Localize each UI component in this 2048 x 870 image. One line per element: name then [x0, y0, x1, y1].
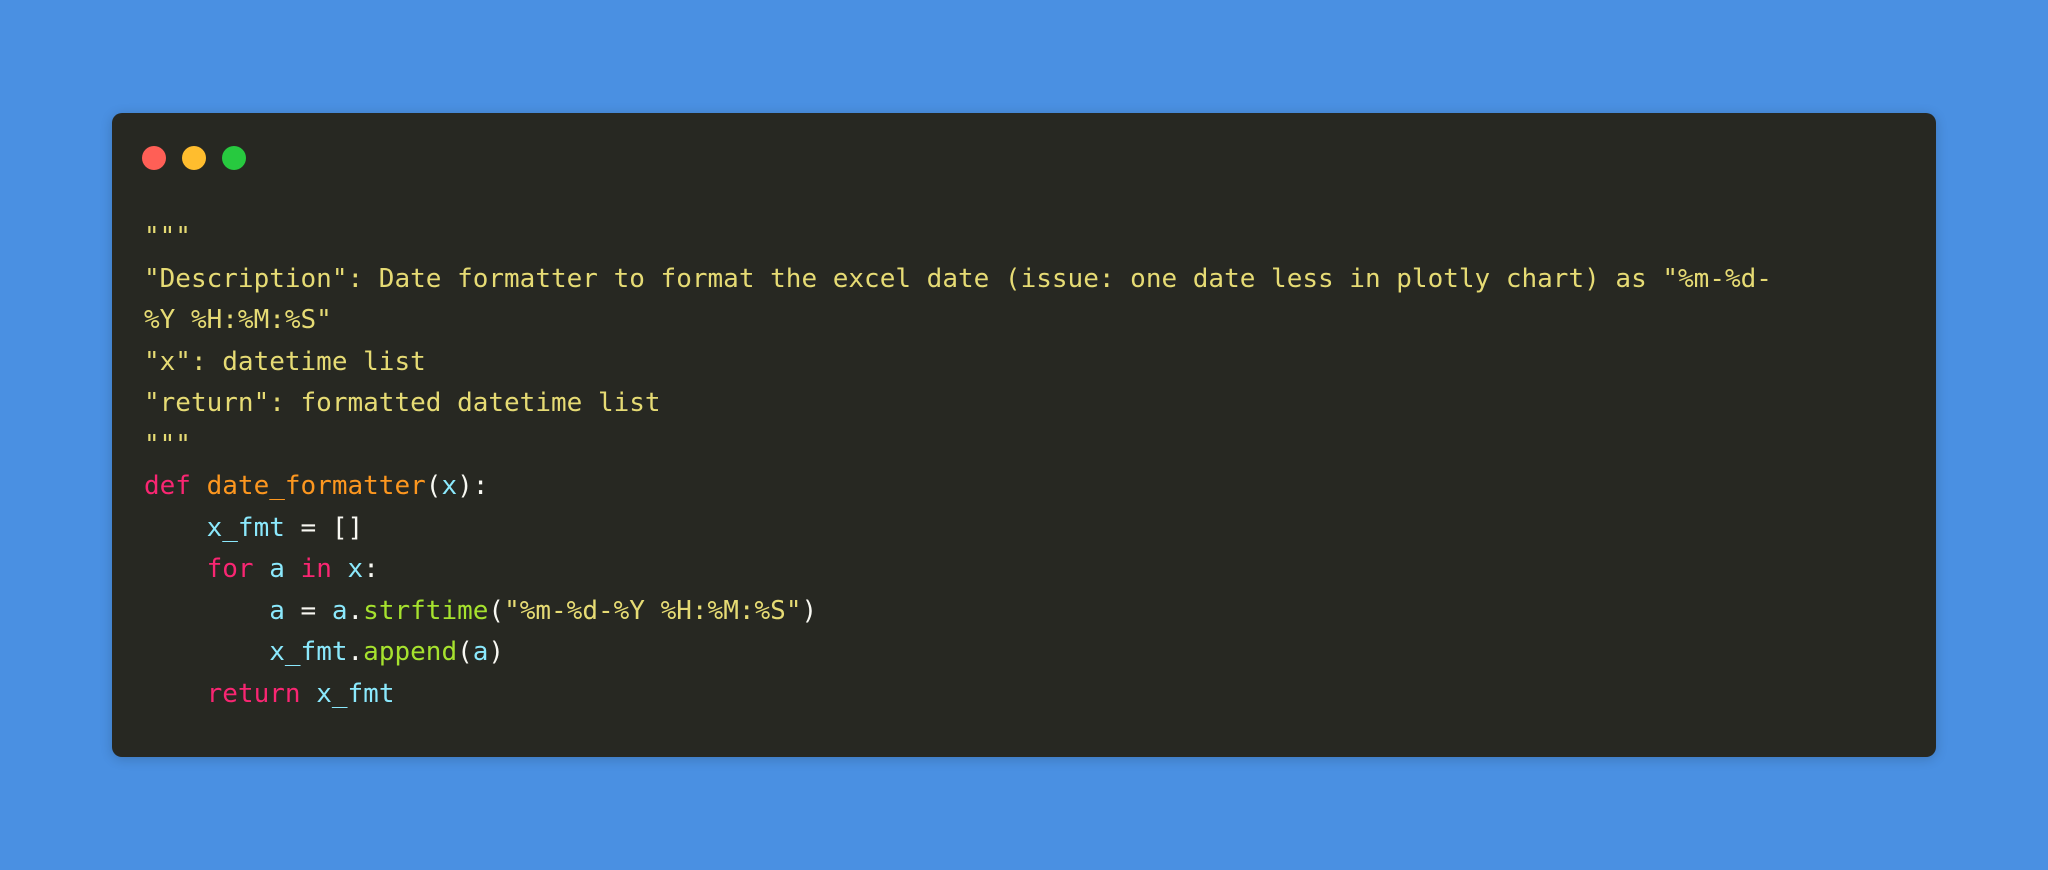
code-line: x_fmt.append(a) [144, 632, 1772, 674]
argument-name: a [472, 637, 489, 667]
dot: . [347, 637, 364, 667]
paren-open: ( [457, 637, 473, 667]
minimize-button[interactable] [182, 146, 206, 170]
code-line: a = a.strftime("%m-%d-%Y %H:%M:%S") [144, 591, 1772, 633]
code-line: "x": datetime list [144, 346, 426, 377]
code-line: "Description": Date formatter to format … [144, 263, 1772, 294]
code-line: "return": formatted datetime list [144, 388, 661, 418]
format-string: "%m-%d-%Y %H:%M:%S" [504, 595, 802, 626]
variable-name: a [269, 595, 285, 626]
code-line: %Y %H:%M:%S" [144, 305, 332, 335]
close-button[interactable] [142, 146, 166, 170]
paren-close: ) [801, 595, 818, 626]
code-line: return x_fmt [144, 674, 1772, 716]
loop-variable: a [269, 554, 285, 584]
maximize-button[interactable] [222, 146, 246, 170]
code-line: """ [144, 222, 191, 252]
return-value: x_fmt [316, 678, 395, 709]
keyword-in: in [300, 554, 332, 584]
variable-name: x_fmt [206, 512, 285, 543]
object-name: x_fmt [269, 637, 348, 667]
method-append: append [363, 637, 458, 667]
paren-open: ( [488, 595, 505, 626]
method-strftime: strftime [363, 595, 489, 626]
keyword-def: def [144, 471, 191, 501]
code-line: x_fmt = [] [144, 508, 1772, 550]
code-block: """ "Description": Date formatter to form… [144, 217, 1772, 715]
function-name: date_formatter [206, 471, 426, 501]
param-name: x [441, 471, 458, 501]
keyword-return: return [206, 678, 301, 709]
colon: : [363, 554, 379, 584]
assignment: = [284, 595, 332, 626]
dot: . [347, 595, 364, 626]
paren-open: ( [425, 471, 442, 501]
code-window: """ "Description": Date formatter to form… [112, 113, 1936, 757]
code-line: def date_formatter(x): [144, 466, 1772, 508]
window-controls [142, 146, 246, 170]
code-line: """ [144, 429, 191, 460]
loop-iterable: x [347, 554, 364, 584]
object-name: a [331, 595, 348, 626]
keyword-for: for [206, 554, 254, 584]
paren-close: ) [488, 637, 505, 667]
assignment: = [] [284, 512, 364, 543]
paren-close: ): [457, 471, 489, 501]
code-line: for a in x: [144, 549, 1772, 591]
